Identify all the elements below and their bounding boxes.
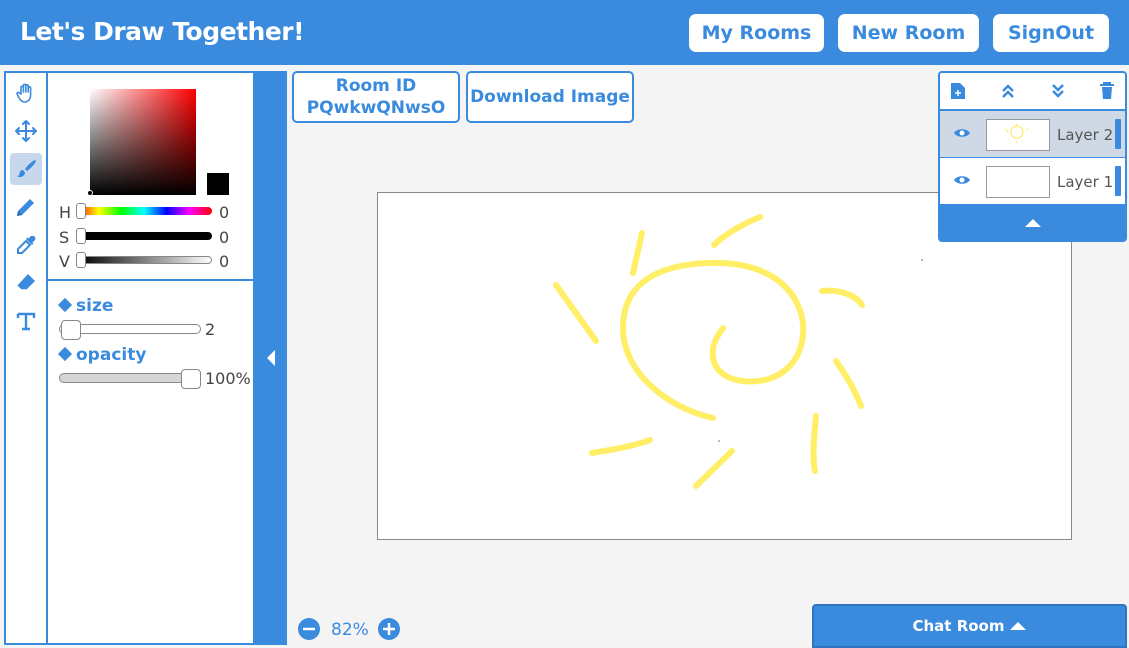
move-layer-up-button[interactable]: [998, 81, 1018, 101]
sun-drawing: [553, 214, 923, 489]
brush-icon: [17, 160, 36, 178]
value-slider-thumb[interactable]: [76, 252, 86, 268]
layer-selection-indicator: [1115, 119, 1121, 149]
layers-panel: Layer 2 Layer 1: [938, 71, 1127, 242]
drawing-canvas[interactable]: [377, 192, 1072, 540]
color-picker-cursor[interactable]: [87, 190, 93, 196]
room-id-value: PQwkwQNwsO: [306, 98, 446, 118]
eraser-tool[interactable]: [10, 267, 42, 299]
opacity-slider[interactable]: [59, 373, 201, 383]
hue-label: H: [59, 203, 72, 222]
eraser-icon: [16, 274, 35, 291]
text-tool[interactable]: [10, 305, 42, 337]
delete-layer-button[interactable]: [1097, 81, 1117, 101]
layer-name: Layer 1: [1057, 173, 1114, 191]
hue-slider[interactable]: [76, 207, 212, 215]
new-room-button[interactable]: New Room: [838, 14, 979, 52]
hue-slider-thumb[interactable]: [76, 203, 86, 219]
chat-room-label: Chat Room: [912, 617, 1005, 635]
size-label: size: [57, 296, 113, 316]
caret-left-icon: [267, 350, 275, 366]
collapse-panel-button[interactable]: [255, 71, 287, 645]
room-id-button[interactable]: Room ID PQwkwQNwsO: [292, 71, 460, 123]
zoom-level: 82%: [331, 620, 369, 640]
layer-selection-indicator: [1115, 166, 1121, 196]
layer-row[interactable]: Layer 1: [940, 158, 1125, 204]
hue-value: 0: [219, 203, 230, 222]
move-layer-down-button[interactable]: [1048, 81, 1068, 101]
double-chevron-down-icon: [1052, 84, 1064, 98]
eye-icon[interactable]: [953, 127, 971, 139]
value-value: 0: [219, 252, 230, 271]
current-color-swatch: [207, 173, 229, 195]
pencil-tool[interactable]: [10, 191, 42, 223]
opacity-slider-thumb[interactable]: [181, 369, 201, 389]
saturation-slider-thumb[interactable]: [76, 228, 86, 244]
layer-name: Layer 2: [1057, 126, 1114, 144]
panel-divider: [48, 279, 253, 281]
size-slider-thumb[interactable]: [61, 320, 82, 340]
download-image-button[interactable]: Download Image: [466, 71, 634, 123]
new-file-icon: [951, 83, 965, 99]
sign-out-button[interactable]: SignOut: [993, 14, 1109, 52]
room-id-label: Room ID: [335, 76, 417, 96]
diamond-icon: [57, 346, 73, 362]
brush-tool[interactable]: [10, 153, 42, 185]
double-chevron-up-icon: [1002, 84, 1014, 98]
tool-bar: [4, 71, 47, 645]
eyedropper-tool[interactable]: [10, 229, 42, 261]
value-label: V: [59, 252, 70, 271]
opacity-value: 100%: [205, 369, 251, 388]
hand-icon: [16, 83, 32, 103]
diamond-icon: [57, 297, 73, 313]
opacity-label: opacity: [57, 345, 146, 365]
layer-thumbnail-sun: [1004, 123, 1029, 144]
top-bar: Let's Draw Together! My Rooms New Room S…: [0, 0, 1129, 65]
eyedropper-icon: [17, 235, 36, 254]
caret-up-icon: [1024, 218, 1041, 227]
move-tool[interactable]: [10, 115, 42, 147]
add-layer-button[interactable]: [948, 81, 968, 101]
size-value: 2: [205, 320, 216, 339]
eye-icon[interactable]: [953, 174, 971, 186]
my-rooms-button[interactable]: My Rooms: [689, 14, 824, 52]
saturation-slider[interactable]: [76, 232, 212, 240]
collapse-layers-button[interactable]: [940, 205, 1125, 240]
layer-thumbnail: [986, 166, 1050, 198]
move-icon: [15, 120, 37, 142]
app-title: Let's Draw Together!: [20, 17, 305, 46]
saturation-value: 0: [219, 228, 230, 247]
layer-row[interactable]: Layer 2: [940, 111, 1125, 157]
hand-tool[interactable]: [10, 77, 42, 109]
chat-room-button[interactable]: Chat Room: [812, 604, 1127, 648]
saturation-label: S: [59, 228, 70, 247]
value-slider[interactable]: [76, 256, 212, 264]
text-icon: [16, 312, 36, 331]
properties-panel: H 0 S 0 V 0 size 2 opacity 100%: [46, 71, 255, 645]
trash-icon: [1100, 82, 1114, 99]
layer-thumbnail: [986, 119, 1050, 151]
caret-up-icon: [1009, 622, 1026, 630]
saturation-value-picker[interactable]: [87, 89, 196, 196]
layer-toolbar: [940, 73, 1125, 109]
pencil-icon: [17, 199, 34, 216]
zoom-in-icon[interactable]: [377, 617, 401, 641]
zoom-out-icon[interactable]: [297, 617, 321, 641]
